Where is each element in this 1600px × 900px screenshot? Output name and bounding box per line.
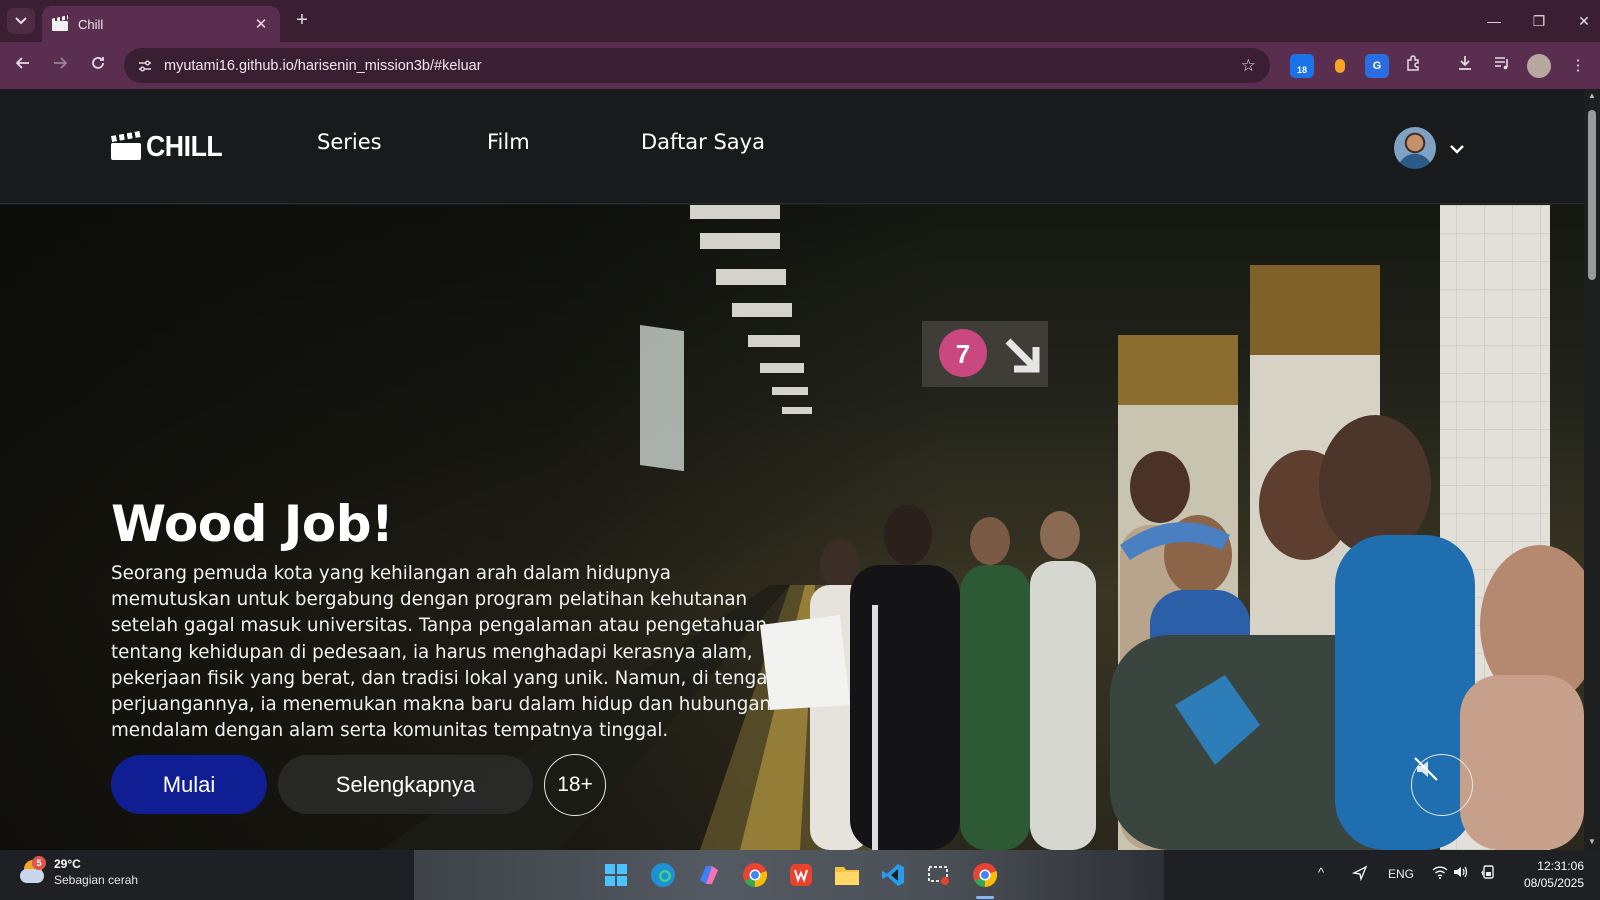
- partly-cloudy-icon: 5: [20, 856, 46, 884]
- url-text[interactable]: myutami16.github.io/harisenin_mission3b/…: [164, 58, 1241, 74]
- web-page: CHILL Series Film Daftar Saya 7 Wood Job…: [0, 89, 1584, 850]
- language-indicator[interactable]: ENG: [1388, 867, 1414, 881]
- windows-start-icon[interactable]: [602, 861, 630, 889]
- file-explorer-icon[interactable]: [833, 861, 861, 889]
- browser-tab[interactable]: Chill ✕: [42, 6, 280, 42]
- weather-widget[interactable]: 5 29°C Sebagian cerah: [20, 856, 139, 887]
- browser-menu-icon[interactable]: ⋮: [1566, 54, 1590, 78]
- chrome-active-icon[interactable]: [971, 861, 999, 889]
- chevron-down-icon: [15, 17, 27, 25]
- weather-alert-badge: 5: [32, 856, 46, 870]
- reload-button[interactable]: [84, 52, 112, 80]
- volume-icon[interactable]: [1453, 865, 1469, 882]
- more-info-button[interactable]: Selengkapnya: [278, 755, 533, 814]
- system-clock[interactable]: 12:31:06 08/05/2025: [1512, 858, 1584, 892]
- clapperboard-logo-icon: [110, 130, 141, 160]
- wifi-icon[interactable]: [1432, 865, 1448, 882]
- vscode-icon[interactable]: [879, 861, 907, 889]
- edge-icon[interactable]: [649, 861, 677, 889]
- scroll-thumb[interactable]: [1588, 110, 1596, 280]
- subway-line-label: 7: [956, 339, 970, 369]
- mute-toggle-button[interactable]: [1411, 754, 1473, 816]
- nav-film[interactable]: Film: [487, 130, 530, 154]
- browser-toolbar: myutami16.github.io/harisenin_mission3b/…: [0, 42, 1600, 89]
- age-rating-badge: 18+: [544, 754, 606, 816]
- start-button[interactable]: Mulai: [111, 755, 267, 814]
- arrow-right-icon: [54, 57, 68, 69]
- site-header: CHILL Series Film Daftar Saya: [0, 89, 1584, 204]
- close-tab-icon[interactable]: ✕: [252, 15, 270, 33]
- restore-button[interactable]: ❐: [1524, 8, 1554, 34]
- nav-daftar-saya[interactable]: Daftar Saya: [641, 130, 765, 154]
- logo-text: CHILL: [146, 131, 223, 163]
- show-hidden-icons[interactable]: ^: [1318, 865, 1324, 880]
- arrow-left-icon: [15, 57, 29, 69]
- extensions-puzzle-icon[interactable]: [1402, 54, 1426, 78]
- site-info-icon[interactable]: [134, 55, 156, 77]
- clock-time: 12:31:06: [1537, 859, 1584, 873]
- browser-tab-bar: Chill ✕ + — ❐ ✕: [0, 0, 1600, 42]
- battery-icon[interactable]: [1480, 865, 1496, 882]
- user-avatar[interactable]: [1394, 127, 1436, 169]
- scroll-down-icon[interactable]: ▼: [1588, 837, 1596, 846]
- hero-banner: 7 Wood Job! Seorang pemuda kota yang keh…: [0, 205, 1584, 850]
- honey-extension-icon[interactable]: [1328, 54, 1352, 78]
- clapperboard-icon: [52, 17, 68, 31]
- copilot-icon[interactable]: [695, 861, 723, 889]
- clock-date: 08/05/2025: [1523, 876, 1584, 890]
- active-app-indicator: [976, 896, 994, 899]
- snipping-tool-icon[interactable]: [925, 861, 953, 889]
- tab-search-button[interactable]: [7, 8, 35, 34]
- hero-description: Seorang pemuda kota yang kehilangan arah…: [111, 563, 779, 742]
- page-scrollbar[interactable]: ▲ ▼: [1584, 89, 1600, 850]
- windows-taskbar: 5 29°C Sebagian cerah ^ ENG 12:31:06 08/…: [0, 850, 1600, 900]
- media-control-icon[interactable]: [1490, 54, 1514, 78]
- back-button[interactable]: [9, 52, 37, 80]
- scroll-up-icon[interactable]: ▲: [1588, 91, 1596, 100]
- weather-temperature: 29°C: [54, 857, 81, 871]
- download-icon[interactable]: [1453, 54, 1477, 78]
- chill-logo[interactable]: CHILL: [110, 130, 229, 164]
- speaker-muted-icon: [1414, 757, 1438, 781]
- grammar-extension-icon[interactable]: G: [1365, 54, 1389, 78]
- location-icon[interactable]: [1351, 865, 1368, 884]
- address-bar[interactable]: myutami16.github.io/harisenin_mission3b/…: [124, 48, 1270, 83]
- calendar-extension-icon[interactable]: 18: [1290, 54, 1314, 78]
- close-window-button[interactable]: ✕: [1569, 8, 1599, 34]
- minimize-button[interactable]: —: [1479, 8, 1509, 34]
- forward-button[interactable]: [46, 52, 74, 80]
- extension-badge: 18: [1296, 65, 1307, 75]
- hero-title: Wood Job!: [111, 495, 394, 553]
- reload-icon: [92, 57, 104, 69]
- new-tab-button[interactable]: +: [290, 9, 314, 33]
- wps-office-icon[interactable]: [787, 861, 815, 889]
- nav-series[interactable]: Series: [317, 130, 382, 154]
- tab-title: Chill: [78, 16, 104, 32]
- weather-condition: Sebagian cerah: [54, 873, 139, 887]
- chevron-down-icon[interactable]: [1449, 141, 1465, 157]
- profile-avatar[interactable]: [1527, 54, 1551, 78]
- bookmark-star-icon[interactable]: ☆: [1241, 56, 1256, 76]
- chrome-icon[interactable]: [741, 861, 769, 889]
